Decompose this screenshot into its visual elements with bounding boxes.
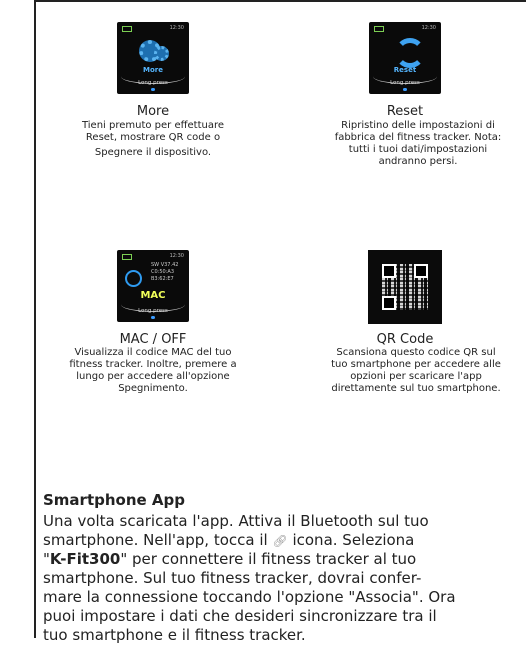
card-title-mac: MAC / OFF: [119, 332, 187, 347]
indicator-dot: [403, 88, 407, 91]
card-desc-more: Tieni premuto per effettuare Reset, most…: [81, 120, 225, 158]
frame-left-border: [34, 0, 36, 638]
press-hint: Long press: [138, 308, 168, 314]
status-bar: 12:30: [117, 24, 189, 34]
card-title-more: More: [136, 104, 170, 119]
gear-icon: [137, 36, 171, 66]
device-time: 12:30: [169, 25, 184, 31]
battery-icon: [122, 26, 132, 32]
product-name: K-Fit300: [49, 550, 121, 568]
power-icon: [125, 270, 142, 287]
device-screen-mac: 12:30 SW V37.42 C0:50:A3 B3:62:E7 MAC Lo…: [117, 250, 189, 322]
mac-details: SW V37.42 C0:50:A3 B3:62:E7: [151, 262, 179, 282]
card-title-reset: Reset: [386, 104, 424, 119]
battery-icon: [374, 26, 384, 32]
refresh-icon: [395, 38, 425, 68]
section-title: Smartphone App: [43, 491, 186, 509]
status-bar: 12:30: [117, 252, 189, 262]
card-desc-reset: Ripristino delle impostazioni di fabbric…: [334, 120, 502, 167]
card-desc-qr: Scansiona questo codice QR sul tuo smart…: [331, 347, 501, 394]
qr-code-image: [368, 250, 442, 324]
device-time: 12:30: [169, 253, 184, 259]
battery-icon: [122, 254, 132, 260]
section-body: Una volta scaricata l'app. Attiva il Blu…: [43, 512, 456, 644]
link-icon: 🔗︎: [272, 534, 288, 548]
press-hint: Long press: [138, 80, 168, 86]
card-desc-mac: Visualizza il codice MAC del tuo fitness…: [69, 347, 237, 394]
status-bar: 12:30: [369, 24, 441, 34]
device-screen-more: 12:30 More Long press: [117, 22, 189, 94]
indicator-dot: [151, 88, 155, 91]
indicator-dot: [151, 316, 155, 319]
card-title-qr: QR Code: [376, 332, 434, 347]
device-time: 12:30: [421, 25, 436, 31]
frame-top-border: [34, 0, 526, 2]
press-hint: Long press: [390, 80, 420, 86]
device-screen-reset: 12:30 Reset Long press: [369, 22, 441, 94]
